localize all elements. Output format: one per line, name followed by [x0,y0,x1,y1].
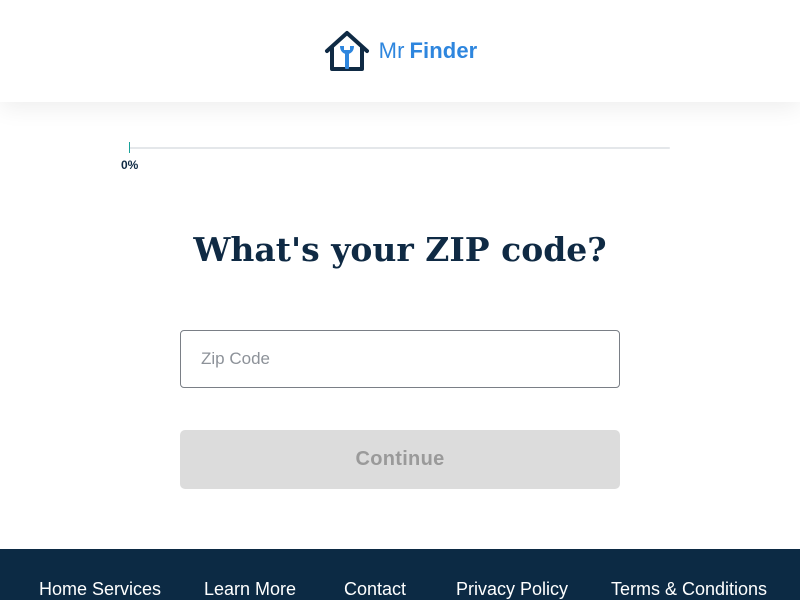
progress-indicator: 0% [121,142,670,172]
footer-link-home-services[interactable]: Home Services [39,579,161,600]
logo-name: Finder [409,38,478,63]
footer-link-privacy-policy[interactable]: Privacy Policy [456,579,568,600]
logo-prefix: Mr [378,38,405,63]
continue-button[interactable]: Continue [180,430,620,489]
question-title: What's your ZIP code? [193,230,607,269]
site-header: Mr Finder [0,0,800,102]
site-logo[interactable]: Mr Finder [323,29,478,73]
footer-link-contact[interactable]: Contact [344,579,406,600]
site-footer: Home Services Learn More Contact Privacy… [0,549,800,600]
footer-link-terms-conditions[interactable]: Terms & Conditions [611,579,767,600]
progress-track [129,147,670,149]
footer-link-learn-more[interactable]: Learn More [204,579,296,600]
progress-label: 0% [121,158,139,172]
house-wrench-icon [324,31,369,71]
progress-marker [129,142,130,153]
zip-code-input[interactable] [180,330,620,388]
